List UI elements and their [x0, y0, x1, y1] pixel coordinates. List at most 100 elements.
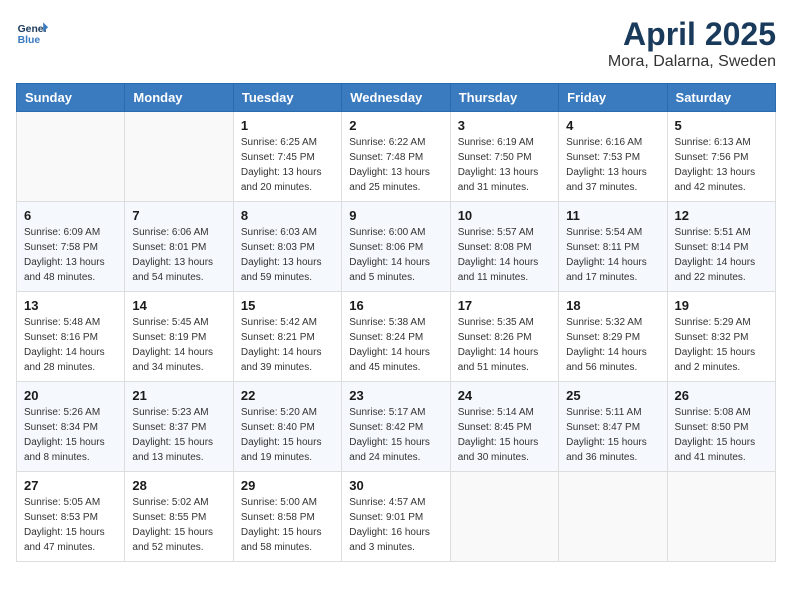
- calendar-week-row: 20 Sunrise: 5:26 AM Sunset: 8:34 PM Dayli…: [17, 382, 776, 472]
- day-info: Sunrise: 5:02 AM Sunset: 8:55 PM Dayligh…: [132, 495, 225, 555]
- calendar-cell: 30 Sunrise: 4:57 AM Sunset: 9:01 PM Dayli…: [342, 472, 450, 562]
- day-info: Sunrise: 5:26 AM Sunset: 8:34 PM Dayligh…: [24, 405, 117, 465]
- day-number: 4: [566, 118, 659, 133]
- day-number: 19: [675, 298, 768, 313]
- calendar-cell: 9 Sunrise: 6:00 AM Sunset: 8:06 PM Daylig…: [342, 202, 450, 292]
- day-info: Sunrise: 6:19 AM Sunset: 7:50 PM Dayligh…: [458, 135, 551, 195]
- day-info: Sunrise: 5:08 AM Sunset: 8:50 PM Dayligh…: [675, 405, 768, 465]
- day-number: 30: [349, 478, 442, 493]
- calendar-cell: 29 Sunrise: 5:00 AM Sunset: 8:58 PM Dayli…: [233, 472, 341, 562]
- day-number: 22: [241, 388, 334, 403]
- calendar-cell: [17, 112, 125, 202]
- day-number: 29: [241, 478, 334, 493]
- calendar-cell: 17Sunrise: 5:35 AM Sunset: 8:26 PM Dayli…: [450, 292, 558, 382]
- calendar-cell: 25 Sunrise: 5:11 AM Sunset: 8:47 PM Dayli…: [559, 382, 667, 472]
- day-number: 15: [241, 298, 334, 313]
- day-number: 11: [566, 208, 659, 223]
- location-title: Mora, Dalarna, Sweden: [608, 53, 776, 71]
- day-info: Sunrise: 5:29 AM Sunset: 8:32 PM Dayligh…: [675, 315, 768, 375]
- weekday-header: Thursday: [450, 84, 558, 112]
- calendar-cell: 10Sunrise: 5:57 AM Sunset: 8:08 PM Dayli…: [450, 202, 558, 292]
- day-number: 7: [132, 208, 225, 223]
- day-info: Sunrise: 6:22 AM Sunset: 7:48 PM Dayligh…: [349, 135, 442, 195]
- day-number: 20: [24, 388, 117, 403]
- day-number: 9: [349, 208, 442, 223]
- day-info: Sunrise: 6:25 AM Sunset: 7:45 PM Dayligh…: [241, 135, 334, 195]
- logo-icon: General Blue: [16, 16, 48, 48]
- day-info: Sunrise: 5:05 AM Sunset: 8:53 PM Dayligh…: [24, 495, 117, 555]
- day-number: 18: [566, 298, 659, 313]
- svg-text:Blue: Blue: [18, 35, 41, 46]
- day-number: 25: [566, 388, 659, 403]
- calendar-cell: 1 Sunrise: 6:25 AM Sunset: 7:45 PM Daylig…: [233, 112, 341, 202]
- calendar-week-row: 27 Sunrise: 5:05 AM Sunset: 8:53 PM Dayli…: [17, 472, 776, 562]
- month-title: April 2025: [608, 16, 776, 53]
- day-info: Sunrise: 5:42 AM Sunset: 8:21 PM Dayligh…: [241, 315, 334, 375]
- day-info: Sunrise: 6:03 AM Sunset: 8:03 PM Dayligh…: [241, 225, 334, 285]
- calendar-cell: 20 Sunrise: 5:26 AM Sunset: 8:34 PM Dayli…: [17, 382, 125, 472]
- calendar-cell: 22 Sunrise: 5:20 AM Sunset: 8:40 PM Dayli…: [233, 382, 341, 472]
- day-info: Sunrise: 5:23 AM Sunset: 8:37 PM Dayligh…: [132, 405, 225, 465]
- day-info: Sunrise: 5:45 AM Sunset: 8:19 PM Dayligh…: [132, 315, 225, 375]
- day-info: Sunrise: 5:51 AM Sunset: 8:14 PM Dayligh…: [675, 225, 768, 285]
- day-info: Sunrise: 6:00 AM Sunset: 8:06 PM Dayligh…: [349, 225, 442, 285]
- day-number: 27: [24, 478, 117, 493]
- calendar-cell: 13 Sunrise: 5:48 AM Sunset: 8:16 PM Dayli…: [17, 292, 125, 382]
- calendar-cell: 27 Sunrise: 5:05 AM Sunset: 8:53 PM Dayli…: [17, 472, 125, 562]
- calendar-cell: [667, 472, 775, 562]
- day-info: Sunrise: 5:17 AM Sunset: 8:42 PM Dayligh…: [349, 405, 442, 465]
- weekday-header: Friday: [559, 84, 667, 112]
- calendar-cell: [125, 112, 233, 202]
- weekday-header-row: SundayMondayTuesdayWednesdayThursdayFrid…: [17, 84, 776, 112]
- day-number: 1: [241, 118, 334, 133]
- calendar-cell: 19 Sunrise: 5:29 AM Sunset: 8:32 PM Dayli…: [667, 292, 775, 382]
- calendar-cell: [450, 472, 558, 562]
- calendar-cell: 18 Sunrise: 5:32 AM Sunset: 8:29 PM Dayli…: [559, 292, 667, 382]
- calendar-cell: [559, 472, 667, 562]
- day-number: 26: [675, 388, 768, 403]
- day-number: 8: [241, 208, 334, 223]
- calendar-cell: 8 Sunrise: 6:03 AM Sunset: 8:03 PM Daylig…: [233, 202, 341, 292]
- day-number: 3: [458, 118, 551, 133]
- day-number: 6: [24, 208, 117, 223]
- calendar-cell: 3 Sunrise: 6:19 AM Sunset: 7:50 PM Daylig…: [450, 112, 558, 202]
- calendar-week-row: 13 Sunrise: 5:48 AM Sunset: 8:16 PM Dayli…: [17, 292, 776, 382]
- title-block: April 2025 Mora, Dalarna, Sweden: [608, 16, 776, 71]
- day-info: Sunrise: 6:06 AM Sunset: 8:01 PM Dayligh…: [132, 225, 225, 285]
- day-info: Sunrise: 5:00 AM Sunset: 8:58 PM Dayligh…: [241, 495, 334, 555]
- day-info: Sunrise: 6:09 AM Sunset: 7:58 PM Dayligh…: [24, 225, 117, 285]
- logo: General Blue: [16, 16, 48, 48]
- day-number: 2: [349, 118, 442, 133]
- day-number: 13: [24, 298, 117, 313]
- day-info: Sunrise: 5:38 AM Sunset: 8:24 PM Dayligh…: [349, 315, 442, 375]
- calendar-table: SundayMondayTuesdayWednesdayThursdayFrid…: [16, 83, 776, 562]
- calendar-cell: 28Sunrise: 5:02 AM Sunset: 8:55 PM Dayli…: [125, 472, 233, 562]
- calendar-cell: 15 Sunrise: 5:42 AM Sunset: 8:21 PM Dayli…: [233, 292, 341, 382]
- day-info: Sunrise: 5:48 AM Sunset: 8:16 PM Dayligh…: [24, 315, 117, 375]
- day-info: Sunrise: 5:20 AM Sunset: 8:40 PM Dayligh…: [241, 405, 334, 465]
- day-number: 5: [675, 118, 768, 133]
- day-info: Sunrise: 5:32 AM Sunset: 8:29 PM Dayligh…: [566, 315, 659, 375]
- day-info: Sunrise: 4:57 AM Sunset: 9:01 PM Dayligh…: [349, 495, 442, 555]
- day-number: 14: [132, 298, 225, 313]
- day-info: Sunrise: 5:57 AM Sunset: 8:08 PM Dayligh…: [458, 225, 551, 285]
- calendar-week-row: 6 Sunrise: 6:09 AM Sunset: 7:58 PM Daylig…: [17, 202, 776, 292]
- calendar-cell: 16Sunrise: 5:38 AM Sunset: 8:24 PM Dayli…: [342, 292, 450, 382]
- day-number: 12: [675, 208, 768, 223]
- day-number: 21: [132, 388, 225, 403]
- weekday-header: Tuesday: [233, 84, 341, 112]
- calendar-cell: 24Sunrise: 5:14 AM Sunset: 8:45 PM Dayli…: [450, 382, 558, 472]
- weekday-header: Sunday: [17, 84, 125, 112]
- day-number: 24: [458, 388, 551, 403]
- calendar-cell: 12 Sunrise: 5:51 AM Sunset: 8:14 PM Dayli…: [667, 202, 775, 292]
- day-info: Sunrise: 6:13 AM Sunset: 7:56 PM Dayligh…: [675, 135, 768, 195]
- calendar-cell: 6 Sunrise: 6:09 AM Sunset: 7:58 PM Daylig…: [17, 202, 125, 292]
- calendar-cell: 5 Sunrise: 6:13 AM Sunset: 7:56 PM Daylig…: [667, 112, 775, 202]
- calendar-cell: 7 Sunrise: 6:06 AM Sunset: 8:01 PM Daylig…: [125, 202, 233, 292]
- calendar-cell: 26 Sunrise: 5:08 AM Sunset: 8:50 PM Dayli…: [667, 382, 775, 472]
- weekday-header: Monday: [125, 84, 233, 112]
- day-info: Sunrise: 5:11 AM Sunset: 8:47 PM Dayligh…: [566, 405, 659, 465]
- day-info: Sunrise: 6:16 AM Sunset: 7:53 PM Dayligh…: [566, 135, 659, 195]
- calendar-cell: 2 Sunrise: 6:22 AM Sunset: 7:48 PM Daylig…: [342, 112, 450, 202]
- day-info: Sunrise: 5:54 AM Sunset: 8:11 PM Dayligh…: [566, 225, 659, 285]
